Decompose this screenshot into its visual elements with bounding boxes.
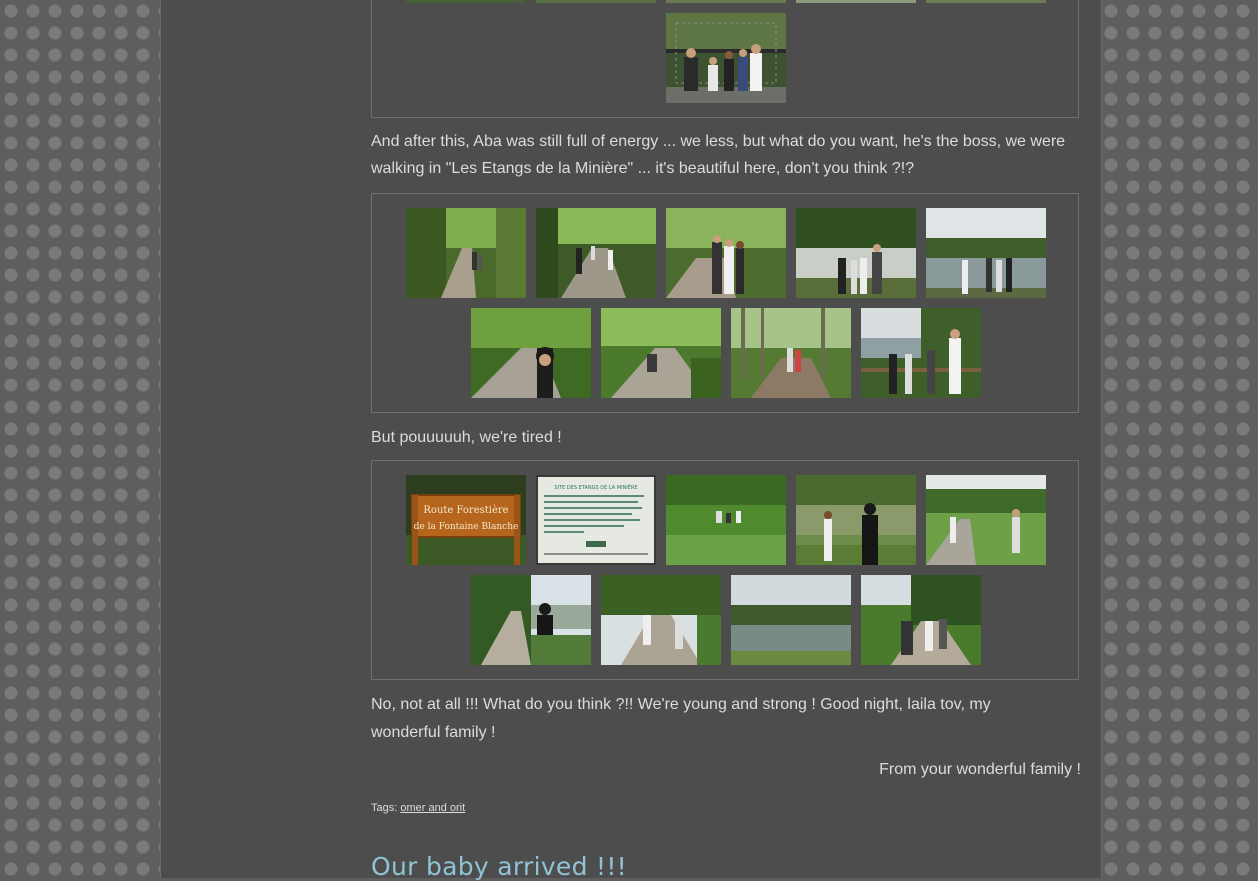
- gallery-thumbnail[interactable]: [406, 208, 526, 298]
- sign-text-line-1: Route Forestière: [423, 505, 508, 516]
- gallery-thumbnail[interactable]: [666, 0, 786, 3]
- gallery-thumbnail[interactable]: [601, 575, 721, 665]
- gallery-thumbnail[interactable]: SITE DES ETANGS DE LA MINIÈRE: [536, 475, 656, 565]
- tags-line: Tags: omer and orit: [371, 802, 465, 814]
- gallery-thumbnail[interactable]: [471, 308, 591, 398]
- gallery-thumbnail[interactable]: [926, 208, 1046, 298]
- gallery-thumbnail[interactable]: [406, 0, 526, 3]
- post-title-link[interactable]: Our baby arrived !!!: [371, 852, 627, 881]
- post-paragraph: And after this, Aba was still full of en…: [371, 133, 1066, 177]
- gallery-thumbnail[interactable]: [471, 575, 591, 665]
- gallery-thumbnail[interactable]: [861, 308, 981, 398]
- post-signoff: From your wonderful family !: [879, 761, 1081, 778]
- post-paragraph: No, not at all !!! What do you think ?!!…: [371, 696, 991, 741]
- gallery-thumbnail[interactable]: [536, 208, 656, 298]
- gallery-thumbnail[interactable]: [666, 475, 786, 565]
- tags-label: Tags:: [371, 802, 398, 814]
- gallery-thumbnail[interactable]: [796, 475, 916, 565]
- tag-link[interactable]: omer and orit: [400, 802, 465, 814]
- sign-text-line-2: de la Fontaine Blanche: [414, 522, 519, 532]
- photo-gallery-3: Route Forestière de la Fontaine Blanche …: [371, 460, 1079, 680]
- photo-gallery-2: [371, 193, 1079, 413]
- gallery-thumbnail[interactable]: [731, 575, 851, 665]
- post-paragraph: But pouuuuuh, we're tired !: [371, 429, 562, 446]
- page-wrapper: And after this, Aba was still full of en…: [160, 0, 1102, 881]
- gallery-thumbnail[interactable]: [926, 475, 1046, 565]
- sign-title: SITE DES ETANGS DE LA MINIÈRE: [554, 483, 637, 491]
- photo-gallery-1: [371, 0, 1079, 118]
- gallery-thumbnail[interactable]: [601, 308, 721, 398]
- gallery-thumbnail[interactable]: [731, 308, 851, 398]
- gallery-thumbnail[interactable]: [796, 208, 916, 298]
- gallery-thumbnail[interactable]: [666, 13, 786, 103]
- gallery-thumbnail[interactable]: Route Forestière de la Fontaine Blanche: [406, 475, 526, 565]
- gallery-thumbnail[interactable]: [536, 0, 656, 3]
- gallery-thumbnail[interactable]: [796, 0, 916, 3]
- gallery-thumbnail[interactable]: [666, 208, 786, 298]
- gallery-thumbnail[interactable]: [926, 0, 1046, 3]
- gallery-thumbnail[interactable]: [861, 575, 981, 665]
